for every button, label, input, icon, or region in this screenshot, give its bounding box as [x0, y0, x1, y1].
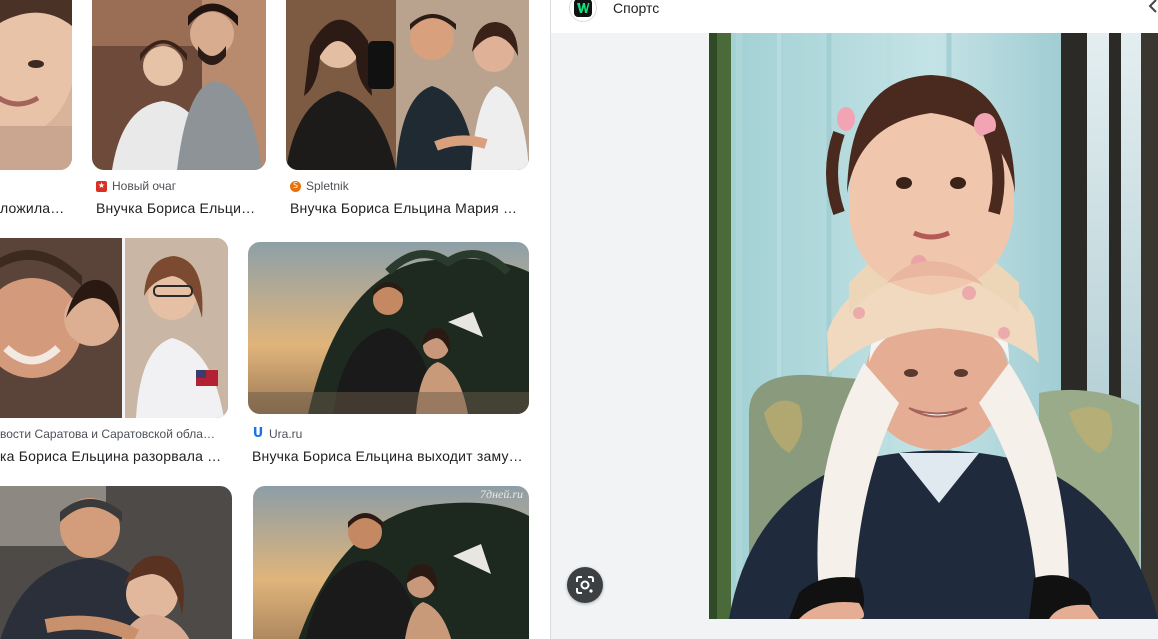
result-source: [0, 178, 72, 194]
result-thumbnail[interactable]: [92, 0, 266, 170]
result-title[interactable]: Внучка Бориса Ельцина Мария …: [290, 198, 529, 218]
image-results-grid: ложила… ★ Новый очаг Внучка Бориса Ельци…: [0, 0, 551, 639]
u-icon: U: [252, 426, 264, 441]
sports-ru-logo-icon[interactable]: [569, 0, 597, 22]
result-thumbnail[interactable]: [0, 0, 72, 170]
result-meta[interactable]: вости Саратова и Саратовской обла… ка Бо…: [0, 426, 228, 466]
preview-header: Спортс: [551, 0, 1158, 33]
result-thumbnail[interactable]: [286, 0, 529, 170]
image-preview-panel: Спортс: [551, 0, 1158, 639]
chevron-left-icon[interactable]: [1146, 0, 1158, 16]
result-meta[interactable]: S Spletnik Внучка Бориса Ельцина Мария …: [290, 178, 529, 218]
result-meta[interactable]: U Ura.ru Внучка Бориса Ельцина выходит з…: [252, 426, 529, 466]
result-meta[interactable]: ★ Новый очаг Внучка Бориса Ельци…: [96, 178, 266, 218]
result-title[interactable]: Внучка Бориса Ельци…: [96, 198, 266, 218]
result-source: U Ura.ru: [252, 426, 303, 441]
preview-site-name[interactable]: Спортс: [613, 0, 659, 16]
result-meta[interactable]: ложила…: [0, 178, 72, 218]
result-source: вости Саратова и Саратовской обла…: [0, 427, 215, 441]
result-thumbnail[interactable]: [248, 242, 529, 414]
google-lens-icon[interactable]: [567, 567, 603, 603]
result-title[interactable]: ложила…: [0, 198, 72, 218]
result-title[interactable]: ка Бориса Ельцина разорвала …: [0, 446, 228, 466]
result-thumbnail[interactable]: [0, 486, 232, 639]
result-thumbnail[interactable]: [0, 238, 228, 418]
preview-image[interactable]: [709, 33, 1158, 619]
star-icon: ★: [96, 180, 107, 192]
result-source: S Spletnik: [290, 178, 529, 194]
s-icon: S: [290, 180, 301, 192]
result-thumbnail[interactable]: [253, 486, 529, 639]
watermark-label: 7дней.ru: [480, 487, 524, 501]
result-title[interactable]: Внучка Бориса Ельцина выходит заму…: [252, 446, 529, 466]
result-source: ★ Новый очаг: [96, 179, 177, 193]
